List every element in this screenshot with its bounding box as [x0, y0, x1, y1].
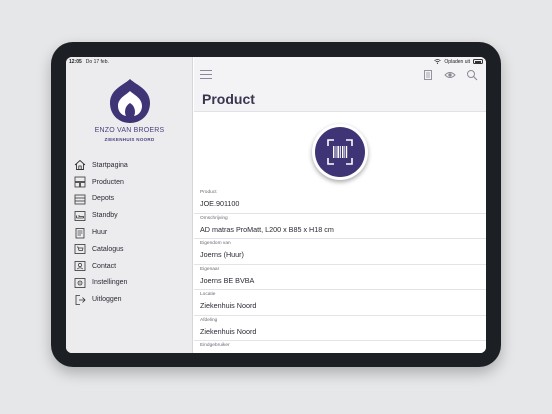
status-charging: Opladen uit: [444, 58, 470, 65]
field-value: JOE.901100: [200, 199, 240, 208]
screen: 12:05 Do 17 feb. Opladen uit ENZO VAN BR…: [66, 57, 486, 353]
field-eigenaar: Eigenaar Joerns BE BVBA: [194, 265, 486, 290]
sidebar-item-uitloggen[interactable]: Uitloggen: [74, 291, 189, 308]
brand-name: ENZO VAN BROERS: [94, 127, 165, 134]
field-value: Joerns (Huur): [200, 250, 244, 259]
status-date: Do 17 feb.: [85, 58, 109, 65]
field-label: Product: [200, 190, 217, 195]
search-icon[interactable]: [466, 69, 478, 81]
scan-button[interactable]: [312, 124, 368, 180]
sidebar-item-label: Catalogus: [92, 245, 124, 253]
wifi-icon: [434, 59, 442, 64]
logout-icon: [75, 294, 86, 305]
toolbar-icons: [422, 69, 478, 81]
document-icon[interactable]: [422, 69, 434, 81]
menu-icon[interactable]: [200, 70, 212, 80]
sidebar-item-label: Huur: [92, 229, 108, 237]
clipboard-icon: [75, 227, 85, 238]
contact-icon: [74, 261, 86, 272]
sidebar-menu: Startpagina Producten Depots Standby Huu…: [74, 157, 189, 308]
field-omschrijving: Omschrijving AD matras ProMatt, L200 x B…: [194, 214, 486, 239]
sidebar-item-catalogus[interactable]: Catalogus: [74, 241, 189, 258]
eye-icon[interactable]: [444, 69, 456, 81]
sidebar-item-huur[interactable]: Huur: [74, 224, 189, 241]
field-locatie: Locatie Ziekenhuis Noord: [194, 290, 486, 316]
field-label: Eindgebruiker: [200, 343, 230, 348]
field-value: Ziekenhuis Noord: [200, 326, 257, 336]
home-icon: [74, 160, 86, 171]
barcode-icon: [327, 139, 353, 165]
brand-subtitle: ZIEKENHUIS NOORD: [104, 137, 155, 142]
field-value: Joerns BE BVBA: [200, 275, 255, 285]
settings-icon: [74, 278, 86, 288]
field-label: Eigenaar: [200, 266, 220, 272]
status-bar: 12:05 Do 17 feb. Opladen uit: [66, 57, 486, 66]
field-label: Eigendom van: [200, 241, 231, 246]
sidebar-item-label: Depots: [92, 195, 115, 203]
sidebar-item-label: Instellingen: [92, 279, 128, 287]
boxes-icon: [74, 176, 86, 188]
field-eindgebruiker: Eindgebruiker: [194, 341, 486, 353]
sidebar-item-depots[interactable]: Depots: [74, 191, 189, 208]
field-value: AD matras ProMatt, L200 x B85 x H18 cm: [200, 224, 334, 234]
field-label: Locatie: [200, 292, 216, 297]
status-right: Opladen uit: [434, 59, 483, 65]
sidebar-item-label: Uitloggen: [92, 296, 122, 304]
bed-icon: [74, 210, 86, 221]
status-time: 12:05: [69, 58, 82, 65]
sidebar-item-contact[interactable]: Contact: [74, 258, 189, 275]
sidebar-item-label: Standby: [92, 212, 118, 220]
field-afdeling: Afdeling Ziekenhuis Noord: [194, 316, 486, 341]
sidebar-item-standby[interactable]: Standby: [74, 207, 189, 224]
page-title: Product: [202, 91, 255, 107]
field-label: Omschrijving: [200, 215, 228, 221]
logo-icon: [110, 79, 150, 123]
depot-icon: [74, 194, 86, 205]
main-content: Product Product JOE.901100 Omschrijving …: [194, 57, 486, 353]
sidebar-item-instellingen[interactable]: Instellingen: [74, 275, 189, 292]
battery-icon: [473, 59, 483, 64]
tablet-frame: 12:05 Do 17 feb. Opladen uit ENZO VAN BR…: [51, 42, 501, 367]
field-eigendom-van: Eigendom van Joerns (Huur): [194, 239, 486, 265]
scan-button-inner: [315, 127, 365, 177]
sidebar-item-startpagina[interactable]: Startpagina: [74, 157, 189, 174]
field-product: Product JOE.901100: [194, 188, 486, 214]
field-label: Afdeling: [200, 317, 218, 323]
sidebar-item-label: Producten: [92, 178, 124, 186]
field-value: Ziekenhuis Noord: [200, 301, 257, 310]
sidebar-item-label: Startpagina: [92, 161, 128, 169]
sidebar-item-producten[interactable]: Producten: [74, 174, 189, 191]
sidebar-item-label: Contact: [92, 262, 117, 270]
sidebar: ENZO VAN BROERS ZIEKENHUIS NOORD Startpa…: [66, 57, 193, 353]
cart-icon: [74, 244, 86, 255]
product-fields: Product JOE.901100 Omschrijving AD matra…: [194, 188, 486, 353]
